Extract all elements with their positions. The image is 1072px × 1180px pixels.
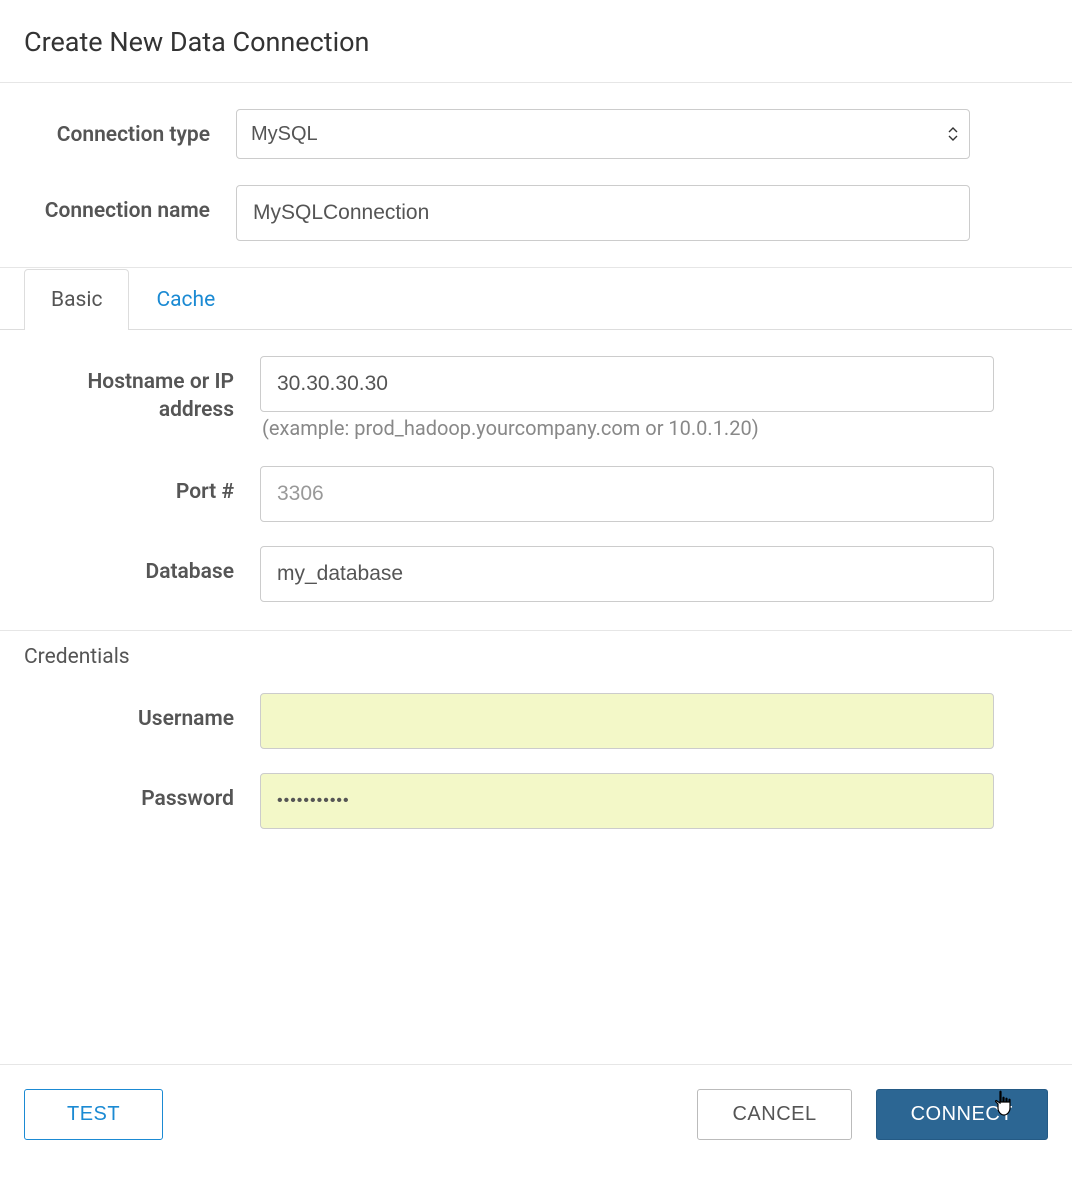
hostname-help: (example: prod_hadoop.yourcompany.com or… — [260, 416, 994, 440]
hostname-label: Hostname or IP address — [24, 356, 260, 425]
database-input[interactable] — [260, 546, 994, 602]
port-row: Port # — [24, 466, 1048, 522]
database-row: Database — [24, 546, 1048, 602]
connect-button[interactable]: CONNECT — [876, 1089, 1048, 1140]
tab-basic[interactable]: Basic — [24, 269, 129, 330]
credentials-heading: Credentials — [0, 631, 1072, 669]
test-button[interactable]: TEST — [24, 1089, 163, 1140]
dialog-title: Create New Data Connection — [0, 0, 1072, 83]
username-row: Username — [24, 693, 1048, 749]
basic-section: Hostname or IP address (example: prod_ha… — [0, 356, 1072, 631]
create-connection-dialog: Create New Data Connection Connection ty… — [0, 0, 1072, 869]
credentials-section: Username Password — [0, 693, 1072, 869]
connection-name-label: Connection name — [0, 185, 236, 225]
password-row: Password — [24, 773, 1048, 829]
tabs-container: Basic Cache — [0, 268, 1072, 330]
username-label: Username — [24, 693, 260, 733]
top-section: Connection type MySQL Connection name — [0, 109, 1072, 268]
tab-cache[interactable]: Cache — [129, 269, 242, 330]
connection-name-input[interactable] — [236, 185, 970, 241]
username-input[interactable] — [260, 693, 994, 749]
connection-type-select[interactable]: MySQL — [236, 109, 970, 159]
dialog-footer: TEST CANCEL CONNECT — [0, 1064, 1072, 1140]
connection-type-label: Connection type — [0, 109, 236, 149]
password-input[interactable] — [260, 773, 994, 829]
connection-name-row: Connection name — [0, 185, 1072, 241]
database-label: Database — [24, 546, 260, 586]
port-label: Port # — [24, 466, 260, 506]
hostname-input[interactable] — [260, 356, 994, 412]
connection-type-row: Connection type MySQL — [0, 109, 1072, 159]
port-input[interactable] — [260, 466, 994, 522]
hostname-row: Hostname or IP address (example: prod_ha… — [24, 356, 1048, 440]
cancel-button[interactable]: CANCEL — [697, 1089, 851, 1140]
password-label: Password — [24, 773, 260, 813]
